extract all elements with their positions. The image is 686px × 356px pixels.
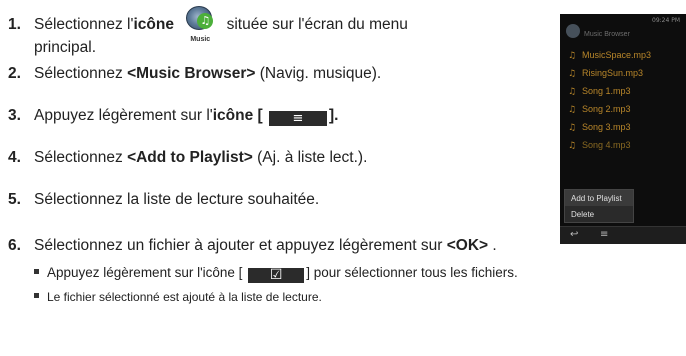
menu-icon: ≡ xyxy=(269,111,327,126)
file-row[interactable]: ♫ Song 3.mp3 xyxy=(560,118,686,136)
step-number: 4. xyxy=(8,149,21,166)
menu-item-delete[interactable]: Delete xyxy=(565,206,633,222)
music-note-icon: ♫ xyxy=(568,69,577,79)
device-screen: 09:24 PM Music Browser ♫ MusicSpace.mp3 ♫… xyxy=(560,14,686,244)
music-note-icon: ♫ xyxy=(197,13,214,29)
step-text: située sur l'écran du menu xyxy=(226,16,408,33)
step-bold: icône [ xyxy=(212,107,263,124)
file-name: RisingSun.mp3 xyxy=(582,68,644,78)
file-name: Song 4.mp3 xyxy=(582,140,631,150)
back-icon[interactable]: ↩ xyxy=(570,229,578,240)
step-text: Sélectionnez xyxy=(34,149,128,166)
select-all-checkbox-icon: ☑ xyxy=(248,268,305,283)
music-icon-caption: Music xyxy=(190,36,211,43)
menu-icon[interactable]: ≡ xyxy=(600,229,608,240)
file-name: Song 3.mp3 xyxy=(582,122,631,132)
step-6: 6. Sélectionnez un fichier à ajouter et a… xyxy=(8,236,497,255)
step-text: Sélectionnez xyxy=(34,65,128,82)
menu-item-add-to-playlist[interactable]: Add to Playlist xyxy=(565,190,633,206)
step-bold: <Add to Playlist> xyxy=(127,149,253,166)
step-number: 3. xyxy=(8,107,21,124)
step-text: Sélectionnez l' xyxy=(34,16,134,33)
step-number: 2. xyxy=(8,65,21,82)
file-row[interactable]: ♫ MusicSpace.mp3 xyxy=(560,46,686,64)
step-number: 5. xyxy=(8,191,21,208)
music-badge-icon xyxy=(566,24,580,38)
context-menu: Add to Playlist Delete xyxy=(564,189,634,223)
step-4: 4. Sélectionnez <Add to Playlist> (Aj. à … xyxy=(8,148,367,167)
step-5: 5. Sélectionnez la liste de lecture souha… xyxy=(8,190,319,209)
bullet-marker xyxy=(34,269,39,274)
file-name: MusicSpace.mp3 xyxy=(582,50,652,60)
bullet-text: Appuyez légèrement sur l'icône [ xyxy=(47,265,243,280)
step-bold: <OK> xyxy=(446,237,489,254)
step-text: Sélectionnez un fichier à ajouter et app… xyxy=(34,237,447,254)
bullet-item: Appuyez légèrement sur l'icône [ ☑] pour… xyxy=(34,264,518,283)
step-bold: ]. xyxy=(329,107,339,124)
step-text: . xyxy=(488,237,497,254)
bullet-marker xyxy=(34,293,39,298)
screen-title: Music Browser xyxy=(584,31,630,38)
step-bold: <Music Browser> xyxy=(127,65,256,82)
step-text: (Navig. musique). xyxy=(255,65,382,82)
screen-header: Music Browser xyxy=(560,24,686,46)
music-note-icon: ♫ xyxy=(568,51,577,61)
music-note-icon: ♫ xyxy=(568,141,577,151)
bullet-item: Le fichier sélectionné est ajouté à la l… xyxy=(34,288,322,306)
step-number: 6. xyxy=(8,237,21,254)
step-3: 3. Appuyez légèrement sur l'icône [ ≡]. xyxy=(8,106,338,126)
step-1: 1. Sélectionnez l'icône ♫ Music située su… xyxy=(8,6,408,57)
bullet-text: ] pour sélectionner tous les fichiers. xyxy=(306,265,518,280)
step-2: 2. Sélectionnez <Music Browser> (Navig. m… xyxy=(8,64,381,83)
file-name: Song 2.mp3 xyxy=(582,104,631,114)
file-row[interactable]: ♫ Song 4.mp3 xyxy=(560,136,686,154)
music-note-icon: ♫ xyxy=(568,123,577,133)
file-row[interactable]: ♫ RisingSun.mp3 xyxy=(560,64,686,82)
step-text: Appuyez légèrement sur l' xyxy=(34,107,213,124)
music-app-icon: ♫ Music xyxy=(182,6,218,43)
file-row[interactable]: ♫ Song 1.mp3 xyxy=(560,82,686,100)
step-text: Sélectionnez la liste de lecture souhait… xyxy=(34,191,320,208)
file-name: Song 1.mp3 xyxy=(582,86,631,96)
music-note-icon: ♫ xyxy=(568,105,577,115)
file-row[interactable]: ♫ Song 2.mp3 xyxy=(560,100,686,118)
step-bold: icône xyxy=(133,16,174,33)
music-note-icon: ♫ xyxy=(568,87,577,97)
step-number: 1. xyxy=(8,16,21,33)
step-text: (Aj. à liste lect.). xyxy=(252,149,368,166)
status-bar: 09:24 PM xyxy=(652,17,680,24)
bottom-bar: ↩ ≡ xyxy=(560,226,686,244)
bullet-text: Le fichier sélectionné est ajouté à la l… xyxy=(47,290,322,304)
